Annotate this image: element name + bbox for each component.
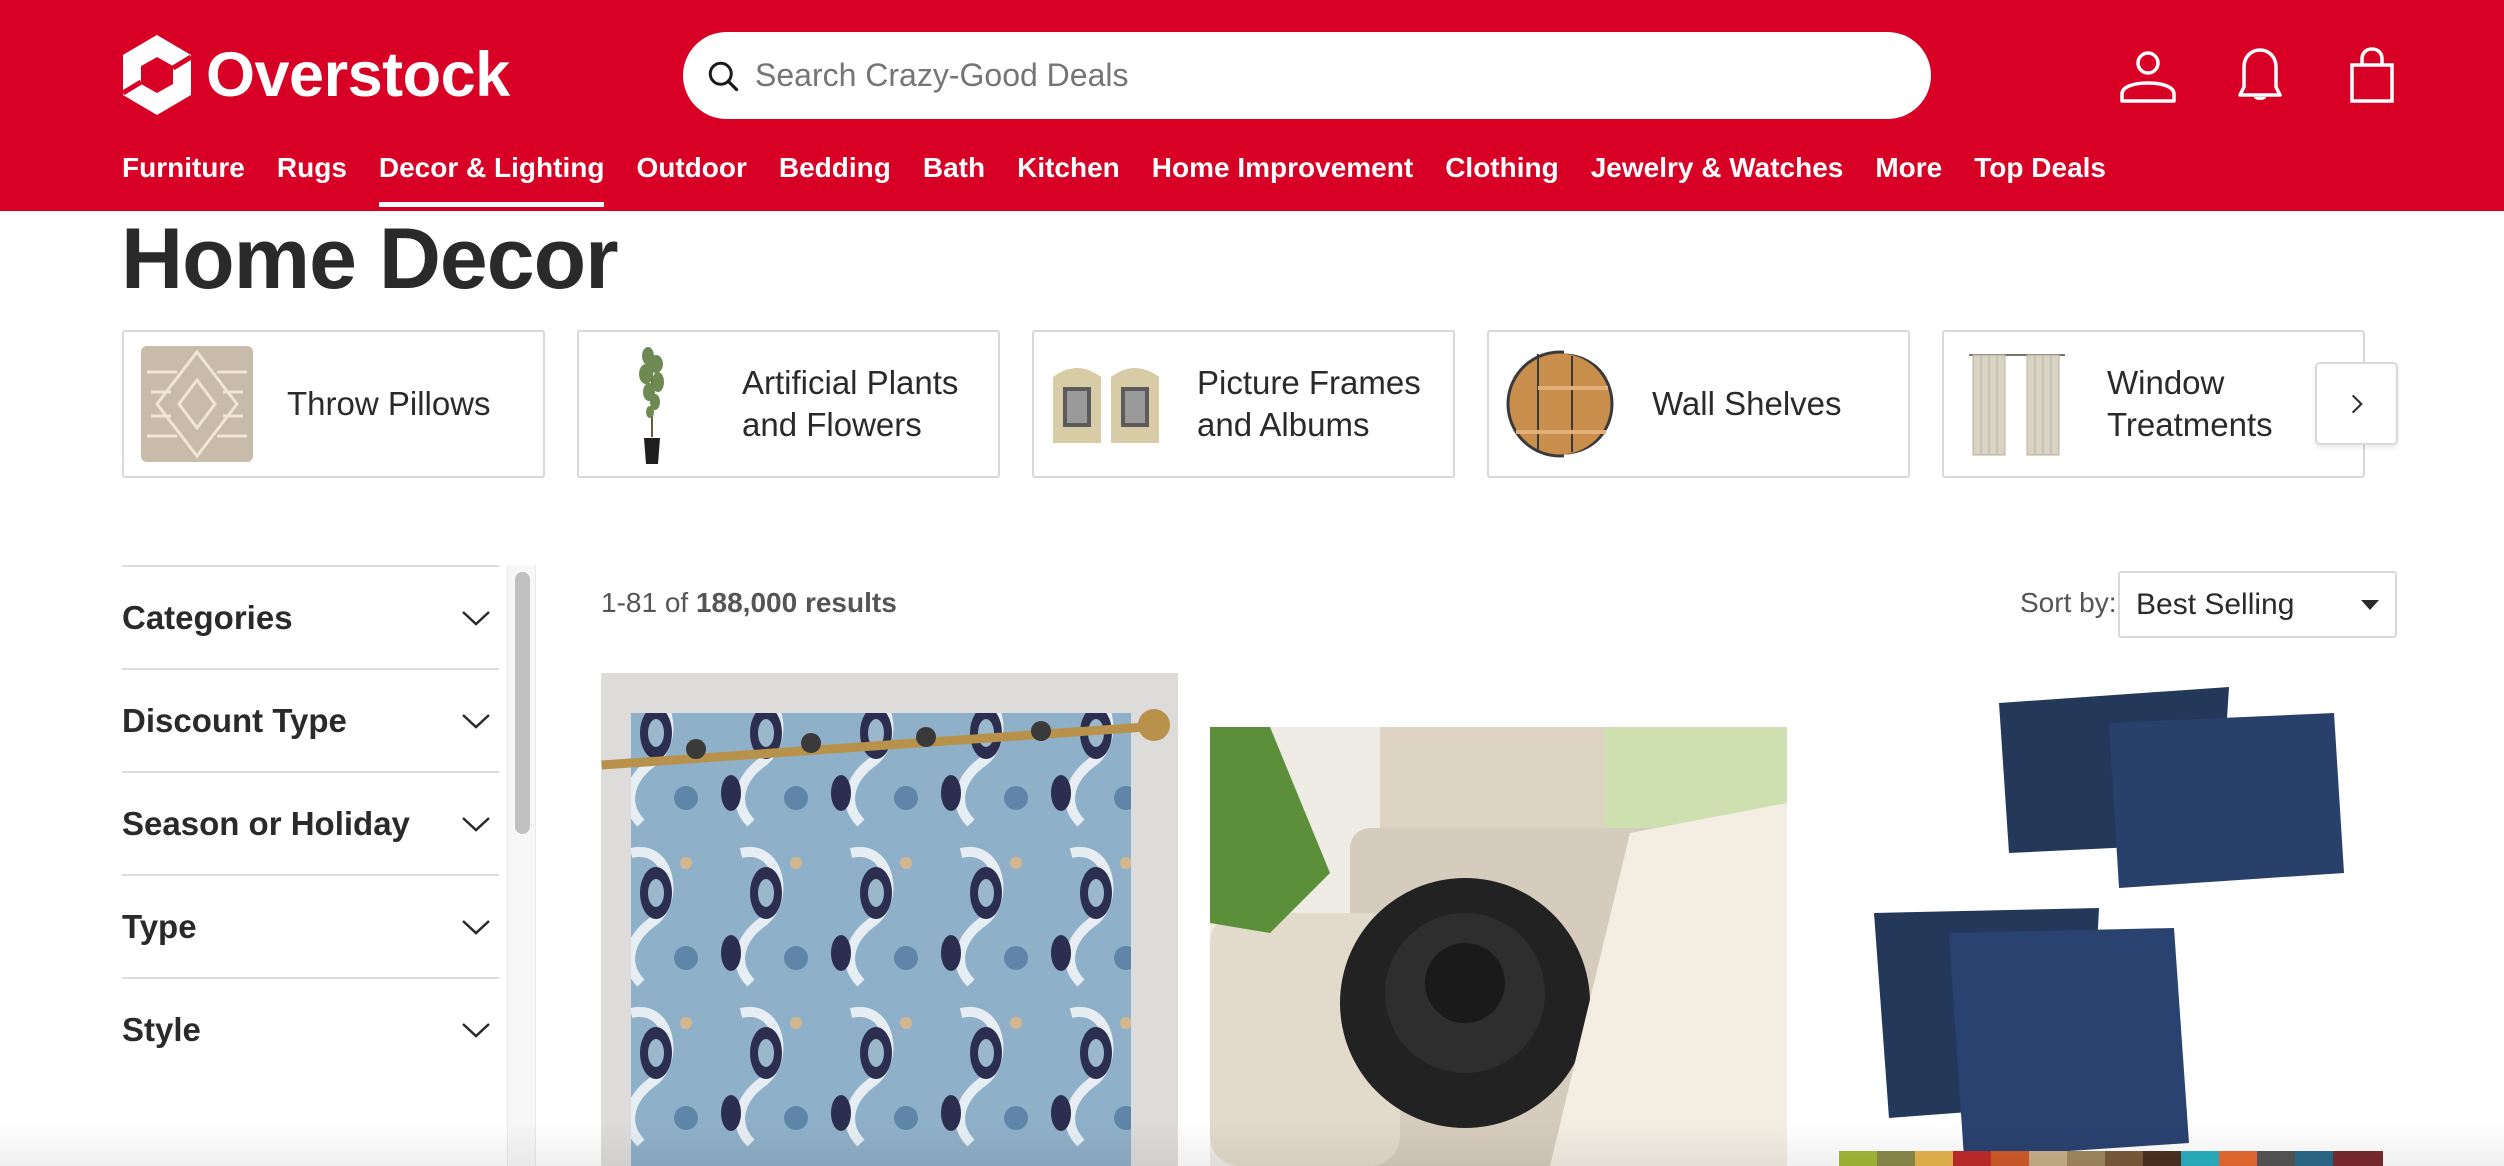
filter-label: Style: [122, 1010, 201, 1048]
product-card-curtain[interactable]: [601, 673, 1178, 1166]
nav-item-furniture[interactable]: Furniture: [122, 152, 245, 208]
search-bar[interactable]: [683, 32, 1931, 119]
product-card-navy-pillows[interactable]: [1819, 673, 2396, 1166]
potted-plant-image: [589, 342, 714, 467]
category-label: Wall Shelves: [1652, 385, 1842, 422]
chevron-down-icon: [462, 1022, 490, 1038]
chevron-down-icon: [462, 610, 490, 626]
sort-select[interactable]: Best Selling: [2118, 571, 2397, 638]
round-wall-shelf-image: [1499, 342, 1624, 467]
sidebar-scrollbar-thumb[interactable]: [515, 572, 530, 834]
overstock-logo-icon: [121, 35, 193, 115]
filter-sidebar: Categories Discount Type Season or Holid…: [122, 565, 499, 1080]
black-rose-pillow-image: [1210, 673, 1787, 1166]
category-label: Artificial Plants and Flowers: [742, 364, 959, 443]
category-chip-throw-pillows[interactable]: Throw Pillows: [122, 330, 545, 478]
filter-style[interactable]: Style: [122, 977, 499, 1080]
bell-icon: [2238, 48, 2282, 100]
nav-item-jewelry-watches[interactable]: Jewelry & Watches: [1591, 152, 1844, 208]
filter-label: Discount Type: [122, 701, 347, 739]
caret-down-icon: [2361, 599, 2379, 610]
notifications-button[interactable]: [2230, 44, 2290, 106]
nav-item-bedding[interactable]: Bedding: [779, 152, 891, 208]
category-chip-wall-shelves[interactable]: Wall Shelves: [1487, 330, 1910, 478]
chevron-down-icon: [462, 816, 490, 832]
cart-button[interactable]: [2342, 44, 2402, 106]
overstock-logo[interactable]: Overstock: [121, 35, 510, 115]
shopping-bag-icon: [2350, 47, 2394, 103]
site-header: Overstock Furniture Rugs Decor & Lightin…: [0, 0, 2504, 211]
brand-name: Overstock: [206, 39, 510, 110]
filter-type[interactable]: Type: [122, 874, 499, 977]
nav-item-home-improvement[interactable]: Home Improvement: [1152, 152, 1413, 208]
blue-paisley-curtain-image: [601, 673, 1178, 1166]
nav-item-outdoor[interactable]: Outdoor: [636, 152, 746, 208]
account-icon: [2120, 51, 2176, 103]
nav-item-bath[interactable]: Bath: [923, 152, 985, 208]
nav-item-more[interactable]: More: [1875, 152, 1942, 208]
filter-label: Season or Holiday: [122, 804, 410, 842]
filter-categories[interactable]: Categories: [122, 565, 499, 668]
search-input[interactable]: [755, 57, 1855, 94]
results-of: of: [664, 587, 689, 618]
nav-item-kitchen[interactable]: Kitchen: [1017, 152, 1120, 208]
sort-selected-value: Best Selling: [2136, 587, 2295, 621]
filter-season-holiday[interactable]: Season or Holiday: [122, 771, 499, 874]
category-label: Picture Frames and Albums: [1197, 364, 1421, 443]
results-range: 1-81: [601, 587, 658, 618]
nav-item-clothing[interactable]: Clothing: [1445, 152, 1559, 208]
nav-item-decor-lighting[interactable]: Decor & Lighting: [378, 152, 604, 208]
chevron-down-icon: [462, 713, 490, 729]
nav-item-rugs[interactable]: Rugs: [277, 152, 347, 208]
filter-label: Categories: [122, 598, 293, 636]
category-chip-window-treatments[interactable]: Window Treatments: [1942, 330, 2365, 478]
category-chip-picture-frames[interactable]: Picture Frames and Albums: [1032, 330, 1455, 478]
account-button[interactable]: [2118, 44, 2178, 106]
category-chip-artificial-plants[interactable]: Artificial Plants and Flowers: [577, 330, 1000, 478]
categories-next-button[interactable]: [2315, 362, 2398, 445]
main-nav: Furniture Rugs Decor & Lighting Outdoor …: [122, 152, 2138, 208]
product-card-rose-pillow[interactable]: [1210, 673, 1787, 1166]
page-title: Home Decor: [121, 211, 619, 307]
navy-pillow-set-image: [1819, 673, 2396, 1166]
results-total: 188,000 results: [695, 587, 897, 618]
nav-item-top-deals[interactable]: Top Deals: [1974, 152, 2106, 208]
chevron-down-icon: [462, 919, 490, 935]
results-count: 1-81 of 188,000 results: [601, 587, 897, 619]
throw-pillow-image: [134, 342, 259, 467]
curtain-panels-image: [1954, 342, 2079, 467]
category-label: Throw Pillows: [287, 385, 491, 422]
filter-discount-type[interactable]: Discount Type: [122, 668, 499, 771]
sidebar-scrollbar[interactable]: [507, 565, 536, 1166]
picture-frames-image: [1044, 342, 1169, 467]
chevron-right-icon: [2351, 394, 2363, 413]
search-icon: [708, 61, 739, 91]
sort-label: Sort by:: [2020, 587, 2117, 618]
filter-label: Type: [122, 907, 197, 945]
